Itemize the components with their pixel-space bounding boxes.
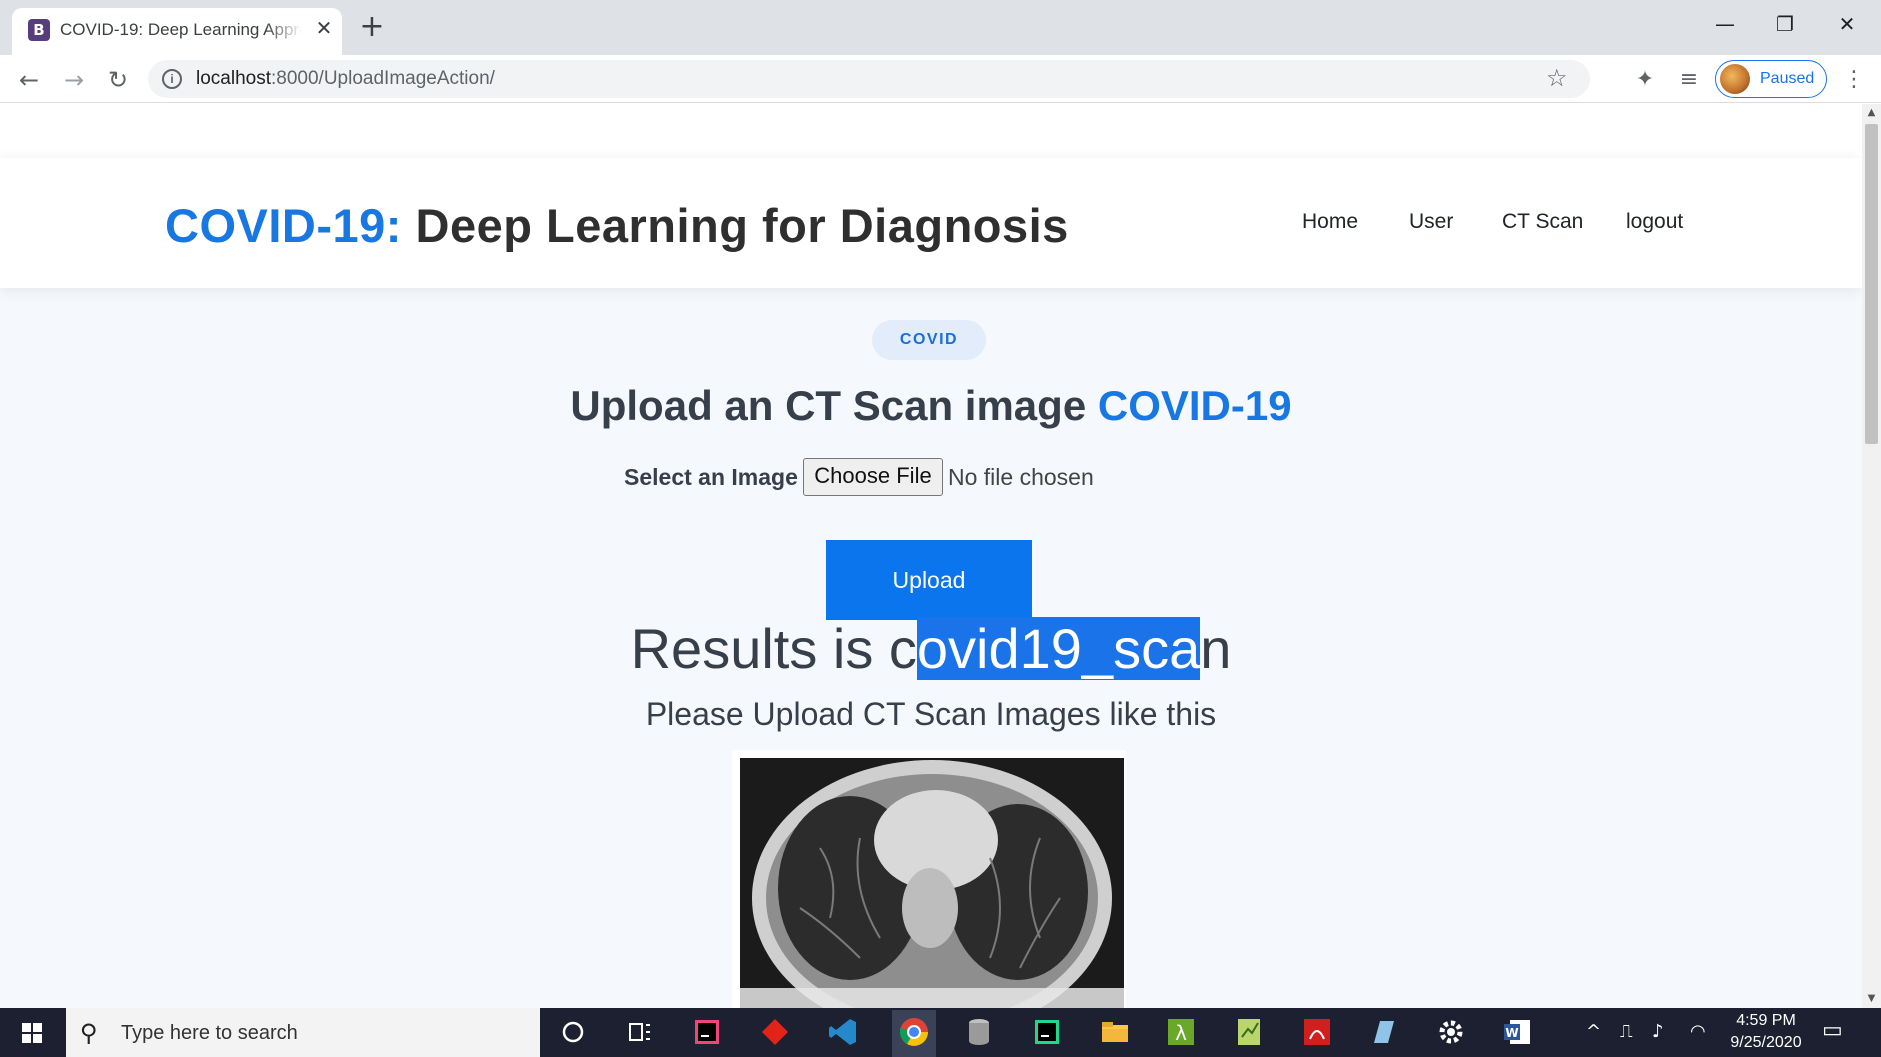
section-badge: COVID	[872, 320, 986, 360]
nav-logout[interactable]: logout	[1626, 210, 1683, 234]
ct-scan-example-image	[732, 750, 1126, 1008]
profile-avatar	[1720, 64, 1750, 94]
results-text: Results is covid19_scan	[630, 617, 1232, 680]
scroll-up-arrow-icon[interactable]: ▲	[1862, 104, 1881, 122]
browser-toolbar: ← → ↻ i localhost:8000/UploadImageAction…	[0, 55, 1881, 103]
volume-icon[interactable]: ♪	[1652, 1021, 1664, 1042]
upload-button[interactable]: Upload	[826, 540, 1032, 620]
database-icon[interactable]	[962, 1015, 996, 1049]
notifications-icon[interactable]: ▭	[1822, 1018, 1843, 1043]
minimize-window-icon[interactable]: —	[1700, 6, 1750, 42]
tray-chevron-up-icon[interactable]: ^	[1586, 1021, 1601, 1042]
forward-arrow-icon[interactable]: →	[57, 63, 91, 97]
ct-scan-picture	[740, 758, 1124, 1008]
back-arrow-icon[interactable]: ←	[12, 63, 46, 97]
page-scrollbar[interactable]: ▲ ▼	[1862, 104, 1881, 1008]
bookmark-star-icon[interactable]: ☆	[1546, 64, 1568, 92]
scroll-down-arrow-icon[interactable]: ▼	[1862, 990, 1881, 1008]
taskbar-search-box[interactable]: ⚲ Type here to search	[66, 1008, 540, 1057]
profile-chip[interactable]: Paused	[1715, 60, 1827, 98]
close-tab-icon[interactable]: ✕	[312, 16, 336, 40]
address-bar[interactable]: i localhost:8000/UploadImageAction/ ☆	[148, 60, 1590, 98]
page-viewport: COVID-19: Deep Learning for Diagnosis Ho…	[0, 104, 1862, 1008]
site-brand[interactable]: COVID-19: Deep Learning for Diagnosis	[165, 198, 1069, 253]
search-icon: ⚲	[80, 1019, 98, 1047]
wifi-icon[interactable]: ◠	[1690, 1021, 1706, 1042]
restore-window-icon[interactable]: ❐	[1760, 6, 1810, 42]
windows-start-icon[interactable]	[0, 1008, 66, 1057]
pycharm-icon[interactable]	[1030, 1015, 1064, 1049]
network-icon[interactable]: ⎍	[1620, 1021, 1633, 1042]
drawing-app-icon[interactable]	[1366, 1015, 1400, 1049]
tab-title: COVID-19: Deep Learning Approach	[60, 20, 302, 39]
windows-taskbar: ⚲ Type here to search λ W ^ ⎍ ♪ ◠ 4:59 P…	[0, 1008, 1881, 1057]
clock-date[interactable]: 9/25/2020	[1718, 1034, 1814, 1052]
reload-icon[interactable]: ↻	[101, 63, 135, 97]
site-info-icon[interactable]: i	[162, 69, 182, 89]
site-header: COVID-19: Deep Learning for Diagnosis Ho…	[0, 158, 1862, 288]
url-text: localhost:8000/UploadImageAction/	[196, 68, 495, 89]
close-window-icon[interactable]: ✕	[1822, 6, 1872, 42]
taskbar-search-placeholder: Type here to search	[121, 1022, 298, 1044]
file-explorer-icon[interactable]	[1098, 1015, 1132, 1049]
lambda-app-icon[interactable]: λ	[1164, 1015, 1198, 1049]
nav-user[interactable]: User	[1409, 210, 1453, 234]
svg-text:λ: λ	[1175, 1021, 1187, 1045]
scroll-thumb[interactable]	[1865, 124, 1878, 444]
intellij-icon[interactable]	[690, 1015, 724, 1049]
browser-menu-icon[interactable]: ⋮	[1840, 63, 1868, 97]
word-icon[interactable]: W	[1500, 1015, 1534, 1049]
select-image-label: Select an Image	[624, 464, 798, 490]
acrobat-reader-icon[interactable]	[1300, 1015, 1334, 1049]
extensions-puzzle-icon[interactable]: ✦	[1628, 63, 1662, 97]
browser-tab[interactable]: B COVID-19: Deep Learning Approach ✕	[12, 8, 342, 55]
notepad-plus-icon[interactable]	[1232, 1015, 1266, 1049]
svg-text:W: W	[1505, 1026, 1518, 1040]
git-kraken-icon[interactable]	[758, 1015, 792, 1049]
task-view-icon[interactable]	[622, 1015, 656, 1049]
media-queue-icon[interactable]: ≡	[1672, 63, 1706, 97]
brand-text: Deep Learning for Diagnosis	[401, 199, 1069, 252]
vscode-icon[interactable]	[826, 1015, 860, 1049]
bootstrap-favicon-icon: B	[28, 19, 50, 41]
page-heading: Upload an CT Scan image COVID-19	[570, 382, 1292, 429]
settings-gear-icon[interactable]	[1434, 1015, 1468, 1049]
browser-tabstrip: B COVID-19: Deep Learning Approach ✕ + —…	[0, 0, 1881, 55]
new-tab-button[interactable]: +	[358, 12, 386, 42]
cortana-icon[interactable]	[556, 1015, 590, 1049]
page-top-spacer	[0, 104, 1862, 158]
choose-file-button[interactable]: Choose File	[803, 458, 943, 496]
profile-status-label: Paused	[1760, 70, 1815, 87]
clock-time[interactable]: 4:59 PM	[1718, 1012, 1814, 1030]
example-subheading: Please Upload CT Scan Images like this	[645, 696, 1217, 732]
selected-text: ovid19_sca	[916, 617, 1201, 680]
nav-home[interactable]: Home	[1302, 210, 1358, 234]
nav-ct-scan[interactable]: CT Scan	[1502, 210, 1583, 234]
chrome-icon[interactable]	[892, 1010, 936, 1057]
brand-accent: COVID-19:	[165, 199, 402, 252]
file-status-text: No file chosen	[948, 464, 1094, 490]
